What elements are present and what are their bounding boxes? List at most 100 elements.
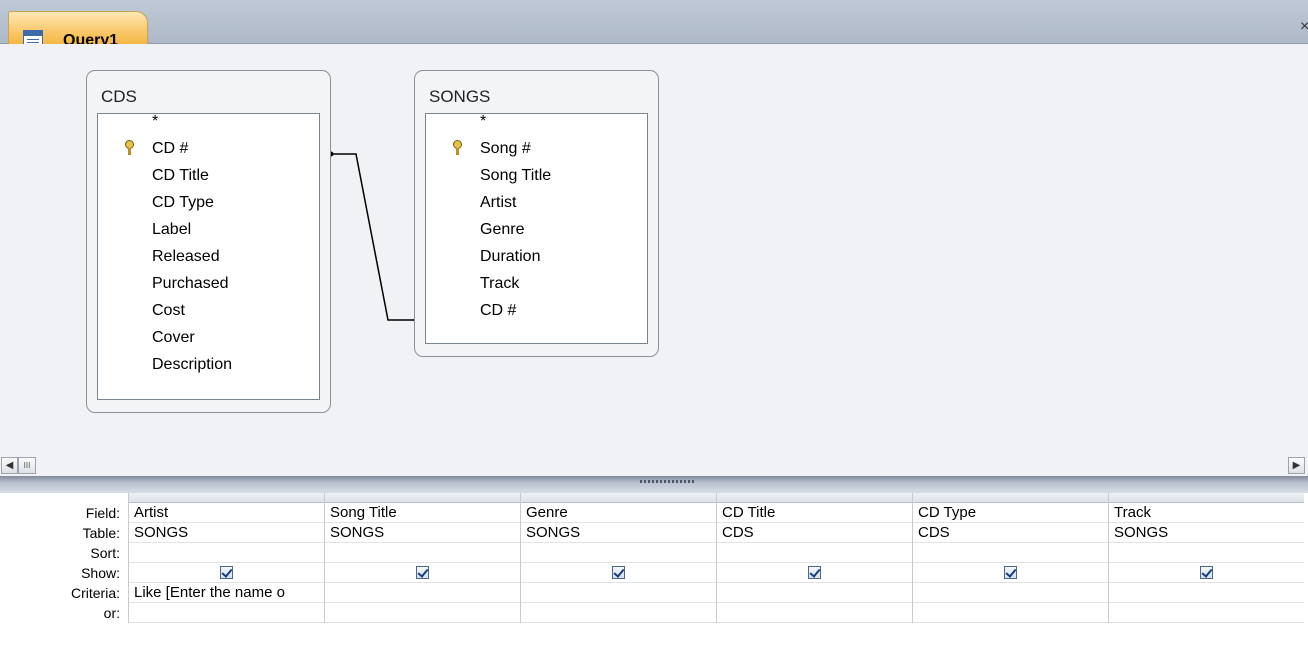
field-item[interactable]: * — [426, 108, 647, 135]
field-item[interactable]: Cover — [98, 324, 319, 351]
query-design-pane[interactable]: CDS * CD # CD Title CD Type Label Released Pur… — [0, 44, 1308, 455]
column-selector[interactable] — [913, 493, 1108, 503]
scroll-thumb[interactable]: III — [18, 457, 36, 474]
scroll-right-button[interactable]: ▶ — [1288, 457, 1305, 474]
field-item[interactable]: CD # — [98, 135, 319, 162]
field-item[interactable]: Cost — [98, 297, 319, 324]
cell-sort[interactable] — [325, 543, 520, 563]
field-item[interactable]: CD # — [426, 297, 647, 324]
table-cds[interactable]: CDS * CD # CD Title CD Type Label Released Pur… — [86, 70, 331, 413]
cell-table[interactable]: SONGS — [129, 523, 324, 543]
field-list: * Song # Song Title Artist Genre Duration Trac… — [425, 113, 648, 344]
row-label-field: Field: — [85, 505, 120, 521]
query-design-grid: Field: Table: Sort: Show: Criteria: or: … — [0, 493, 1308, 672]
cell-table[interactable]: SONGS — [521, 523, 716, 543]
grid-column[interactable]: Track SONGS — [1108, 493, 1304, 623]
grid-column[interactable]: Genre SONGS — [520, 493, 716, 623]
field-item[interactable]: Song # — [426, 135, 647, 162]
cell-field[interactable]: CD Title — [717, 503, 912, 523]
field-name: Cover — [152, 329, 195, 346]
cell-field[interactable]: Track — [1109, 503, 1304, 523]
cell-field[interactable]: Song Title — [325, 503, 520, 523]
show-checkbox[interactable] — [1004, 566, 1017, 579]
field-item[interactable]: Duration — [426, 243, 647, 270]
cell-or[interactable] — [129, 603, 324, 623]
column-selector[interactable] — [1109, 493, 1304, 503]
field-item[interactable]: Description — [98, 351, 319, 378]
row-label-criteria: Criteria: — [70, 585, 120, 601]
cell-criteria[interactable] — [325, 583, 520, 603]
cell-or[interactable] — [717, 603, 912, 623]
field-item[interactable]: Purchased — [98, 270, 319, 297]
field-item[interactable]: CD Title — [98, 162, 319, 189]
cell-show[interactable] — [1109, 563, 1304, 583]
cell-table[interactable]: CDS — [717, 523, 912, 543]
show-checkbox[interactable] — [1200, 566, 1213, 579]
column-selector[interactable] — [325, 493, 520, 503]
grid-column[interactable]: CD Type CDS — [912, 493, 1108, 623]
cell-field[interactable]: Genre — [521, 503, 716, 523]
grid-column[interactable]: Song Title SONGS — [324, 493, 520, 623]
show-checkbox[interactable] — [220, 566, 233, 579]
close-icon[interactable]: × — [1300, 18, 1308, 36]
field-item[interactable]: * — [98, 108, 319, 135]
cell-show[interactable] — [325, 563, 520, 583]
field-item[interactable]: Released — [98, 243, 319, 270]
pane-splitter[interactable] — [0, 476, 1308, 493]
field-name: CD Type — [152, 194, 214, 211]
row-label-show: Show: — [81, 565, 120, 581]
field-item[interactable]: CD Type — [98, 189, 319, 216]
tab-query1[interactable]: Query1 — [8, 11, 148, 49]
row-labels: Field: Table: Sort: Show: Criteria: or: — [0, 503, 123, 623]
cell-criteria[interactable] — [913, 583, 1108, 603]
grid-column[interactable]: CD Title CDS — [716, 493, 912, 623]
splitter-grip[interactable] — [640, 480, 696, 483]
cell-show[interactable] — [913, 563, 1108, 583]
cell-criteria[interactable]: Like [Enter the name o — [129, 583, 324, 603]
grid-column[interactable]: Artist SONGS Like [Enter the name o — [128, 493, 324, 623]
cell-sort[interactable] — [129, 543, 324, 563]
cell-table[interactable]: SONGS — [1109, 523, 1304, 543]
cell-criteria[interactable] — [521, 583, 716, 603]
cell-criteria[interactable] — [717, 583, 912, 603]
show-checkbox[interactable] — [416, 566, 429, 579]
cell-or[interactable] — [521, 603, 716, 623]
cell-table[interactable]: SONGS — [325, 523, 520, 543]
cell-show[interactable] — [521, 563, 716, 583]
column-selector[interactable] — [717, 493, 912, 503]
cell-sort[interactable] — [913, 543, 1108, 563]
field-name: Released — [152, 248, 220, 265]
field-item[interactable]: Artist — [426, 189, 647, 216]
horizontal-scrollbar[interactable]: ◀ III ▶ — [0, 455, 1308, 476]
cell-sort[interactable] — [521, 543, 716, 563]
cell-show[interactable] — [129, 563, 324, 583]
cell-field[interactable]: Artist — [129, 503, 324, 523]
field-name: Label — [152, 221, 192, 238]
table-songs[interactable]: SONGS * Song # Song Title Artist Genre Durati… — [414, 70, 659, 357]
cell-sort[interactable] — [1109, 543, 1304, 563]
field-name: Track — [480, 275, 520, 292]
show-checkbox[interactable] — [612, 566, 625, 579]
column-selector[interactable] — [521, 493, 716, 503]
column-selector[interactable] — [129, 493, 324, 503]
cell-show[interactable] — [717, 563, 912, 583]
field-name: Song # — [480, 140, 531, 157]
cell-field[interactable]: CD Type — [913, 503, 1108, 523]
field-item[interactable]: Genre — [426, 216, 647, 243]
cell-table[interactable]: CDS — [913, 523, 1108, 543]
show-checkbox[interactable] — [808, 566, 821, 579]
scroll-left-button[interactable]: ◀ — [1, 457, 18, 474]
cell-criteria[interactable] — [1109, 583, 1304, 603]
cell-or[interactable] — [1109, 603, 1304, 623]
field-name: Duration — [480, 248, 541, 265]
field-name: Description — [152, 356, 233, 373]
field-item[interactable]: Label — [98, 216, 319, 243]
primary-key-icon — [125, 140, 134, 155]
field-name: * — [152, 113, 159, 130]
field-item[interactable]: Track — [426, 270, 647, 297]
row-label-table: Table: — [82, 525, 120, 541]
field-item[interactable]: Song Title — [426, 162, 647, 189]
cell-sort[interactable] — [717, 543, 912, 563]
cell-or[interactable] — [325, 603, 520, 623]
cell-or[interactable] — [913, 603, 1108, 623]
